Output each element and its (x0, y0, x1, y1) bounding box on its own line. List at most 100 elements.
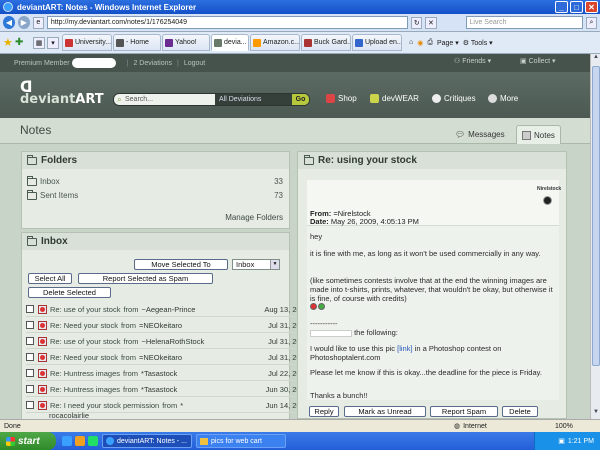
message-row[interactable]: Re: Huntress images from *Tasastock Jul 22,… (26, 366, 309, 381)
friends-menu[interactable]: ⚇ Friends ▾ (454, 57, 491, 66)
minimize-button[interactable]: _ (555, 1, 568, 13)
delete-selected-button[interactable]: Delete Selected (28, 287, 111, 298)
add-favorites-icon[interactable]: ✚ (15, 37, 27, 49)
desktop-icon[interactable] (88, 436, 98, 446)
inline-link[interactable]: [link] (397, 344, 412, 353)
message-sender[interactable]: * (180, 401, 183, 410)
row-checkbox[interactable] (26, 401, 34, 409)
task-folder[interactable]: pics for web cart (196, 434, 286, 448)
collect-menu[interactable]: ▣ Collect ▾ (520, 57, 556, 66)
select-all-button[interactable]: Select All (28, 273, 72, 284)
site-search-input[interactable]: Search... (125, 96, 215, 103)
quick-tabs-icon[interactable]: ▦ (33, 36, 45, 49)
tab-notes[interactable]: Notes (516, 125, 561, 144)
tab-messages[interactable]: 💬︎ Messages (450, 125, 510, 144)
folder-row-sent[interactable]: Sent Items 73 (27, 189, 283, 200)
start-button[interactable]: start (0, 432, 56, 450)
search-icon[interactable]: ⌕ (585, 16, 598, 29)
message-subject[interactable]: Re: use of your stock (50, 337, 120, 346)
refresh-icon[interactable]: ↻ (411, 16, 423, 29)
row-checkbox[interactable] (26, 337, 34, 345)
nav-shop[interactable]: Shop (326, 94, 357, 103)
avatar[interactable] (543, 196, 552, 205)
nav-critiques[interactable]: Critiques (432, 94, 476, 103)
quoted-paragraph: I would like to use this pic [link] in a… (310, 344, 502, 362)
scroll-down-icon[interactable]: ▼ (591, 409, 600, 419)
message-subject[interactable]: Re: I need your stock permission (50, 401, 159, 410)
browser-tab[interactable]: - Home (113, 34, 161, 51)
back-button[interactable]: ◀ (3, 16, 15, 29)
nav-more[interactable]: More (488, 94, 518, 103)
network-icon[interactable]: ▣ (558, 437, 565, 445)
message-subject[interactable]: Re: Need your stock (50, 321, 118, 330)
row-checkbox[interactable] (26, 369, 34, 377)
browser-tab[interactable]: University... (62, 34, 112, 51)
maximize-button[interactable]: □ (570, 1, 583, 13)
row-checkbox[interactable] (26, 353, 34, 361)
message-row[interactable]: Re: use of your stock from ~HelenaRothStoc… (26, 334, 309, 349)
message-sender[interactable]: =NEOkeitaro (139, 321, 182, 330)
browser-tab[interactable]: devia...✕ (211, 34, 249, 51)
message-row[interactable]: Re: Need your stock from =NEOkeitaro Jul 31… (26, 318, 309, 333)
logout-link[interactable]: Logout (184, 60, 205, 67)
report-spam-button[interactable]: Report Selected as Spam (78, 273, 213, 284)
manage-folders-link[interactable]: Manage Folders (225, 213, 283, 222)
message-sender[interactable]: =NEOkeitaro (139, 353, 182, 362)
page-title: Notes (20, 123, 52, 137)
search-scope-select[interactable]: All Deviations (215, 94, 292, 105)
browser-tab[interactable]: Buck Gard... (301, 34, 351, 51)
nav-devwear[interactable]: devWEAR (370, 94, 419, 103)
browser-tab[interactable]: Yahoo! (162, 34, 210, 51)
delete-note-button[interactable]: Delete (502, 406, 538, 417)
feeds-icon[interactable]: ◉ (417, 39, 423, 47)
message-row[interactable]: Re: use of your stock from ~Aegean-Prince A… (26, 302, 309, 317)
deviantart-logo[interactable]: ᗡ deviantART (20, 78, 104, 107)
message-row[interactable]: Re: I need your stock permission from * Jun… (26, 398, 309, 419)
move-target-select[interactable]: Inbox ▼ (232, 259, 280, 270)
report-spam-note-button[interactable]: Report Spam (430, 406, 498, 417)
message-sender[interactable]: ~HelenaRothStock (141, 337, 204, 346)
browser-tab[interactable]: Amazon.c... (250, 34, 300, 51)
home-icon[interactable]: ⌂ (409, 39, 413, 46)
close-tab-icon[interactable]: ✕ (247, 39, 248, 47)
deviations-link[interactable]: 2 Deviations (133, 60, 172, 67)
speech-bubble-icon: 💬︎ (455, 130, 466, 139)
browser-search-input[interactable]: Live Search (465, 16, 583, 29)
reply-button[interactable]: Reply (309, 406, 339, 417)
search-go-button[interactable]: Go (292, 94, 309, 105)
message-subject[interactable]: Re: Huntress images (50, 385, 120, 394)
media-icon[interactable] (75, 436, 85, 446)
page-menu[interactable]: Page ▾ (437, 39, 459, 47)
mark-unread-button[interactable]: Mark as Unread (344, 406, 426, 417)
row-checkbox[interactable] (26, 321, 34, 329)
row-checkbox[interactable] (26, 385, 34, 393)
ie-icon[interactable] (62, 436, 72, 446)
forward-button[interactable]: ▶ (17, 16, 30, 29)
folder-icon (27, 175, 37, 186)
message-subject[interactable]: Re: Need your stock (50, 353, 118, 362)
message-row[interactable]: Re: Huntress images from *Tasastock Jun 30,… (26, 382, 309, 397)
zoom-level[interactable]: 100% (555, 423, 573, 430)
task-ie[interactable]: deviantART: Notes - ... (102, 434, 192, 448)
favorites-star-icon[interactable]: ★ (3, 37, 15, 49)
tools-menu[interactable]: ⚙ Tools ▾ (463, 39, 493, 47)
message-subject[interactable]: Re: use of your stock (50, 305, 120, 314)
stop-icon[interactable]: ✕ (425, 16, 437, 29)
message-sender[interactable]: *Tasastock (141, 385, 177, 394)
page-scrollbar[interactable]: ▲ ▼ (590, 54, 600, 419)
message-sender[interactable]: ~Aegean-Prince (141, 305, 195, 314)
message-sender[interactable]: *Tasastock (141, 369, 177, 378)
row-checkbox[interactable] (26, 305, 34, 313)
close-button[interactable]: ✕ (585, 1, 598, 13)
message-sender[interactable]: rocacolairlie (49, 411, 89, 419)
browser-tab[interactable]: Upload en... (352, 34, 402, 51)
scroll-up-icon[interactable]: ▲ (591, 54, 600, 64)
url-input[interactable]: http://my.deviantart.com/notes/1/1762540… (46, 16, 409, 29)
scroll-thumb[interactable] (592, 66, 600, 366)
move-selected-button[interactable]: Move Selected To (134, 259, 228, 270)
print-icon[interactable]: ⎙ (427, 39, 433, 47)
message-subject[interactable]: Re: Huntress images (50, 369, 120, 378)
folder-row-inbox[interactable]: Inbox 33 (27, 175, 283, 186)
message-row[interactable]: Re: Need your stock from =NEOkeitaro Jul 31… (26, 350, 309, 365)
tab-list-icon[interactable]: ▾ (47, 36, 59, 49)
